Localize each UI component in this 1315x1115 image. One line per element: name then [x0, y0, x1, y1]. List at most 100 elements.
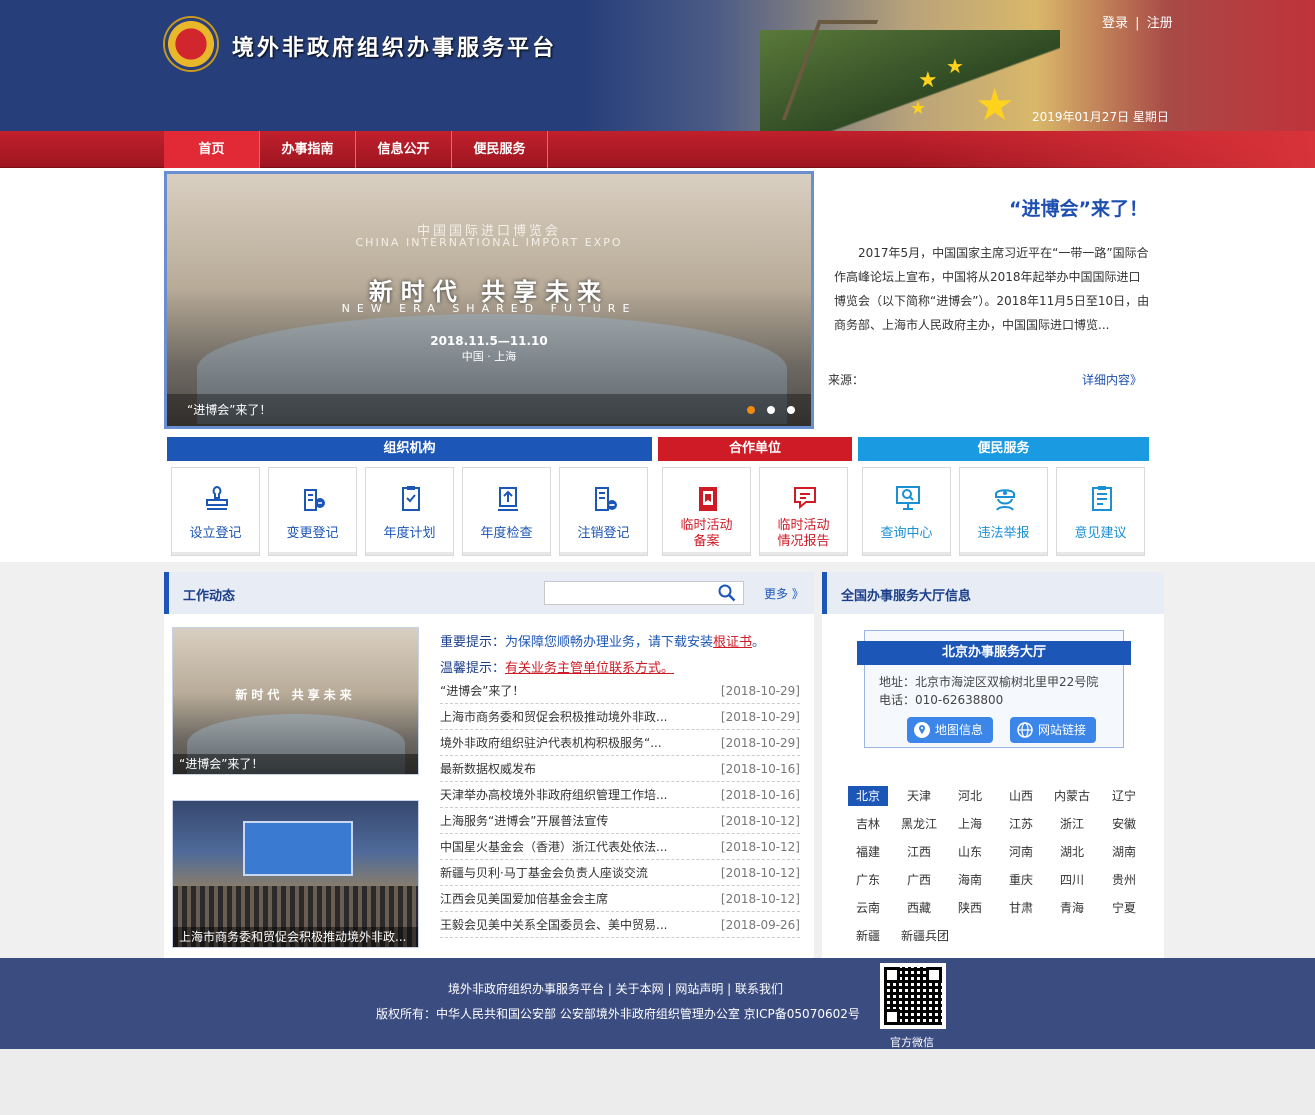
service-tile[interactable]: 违法举报 — [959, 467, 1048, 556]
news-item[interactable]: 最新数据权威发布 [2018-10-16] — [440, 756, 800, 782]
province-link[interactable]: 山西 — [1001, 786, 1041, 806]
hero-title[interactable]: “进博会”来了！ — [1009, 194, 1148, 221]
news-item-title[interactable]: 境外非政府组织驻沪代表机构积极服务“... — [440, 730, 672, 755]
map-info-label: 地图信息 — [935, 723, 984, 737]
province-link[interactable]: 辽宁 — [1104, 786, 1144, 806]
news-item[interactable]: 上海服务“进博会”开展普法宣传 [2018-10-12] — [440, 808, 800, 834]
province-link[interactable]: 上海 — [950, 814, 990, 834]
province-link[interactable]: 贵州 — [1104, 870, 1144, 890]
service-tile[interactable]: 注销登记 — [559, 467, 648, 556]
slide-caption[interactable]: “进博会”来了！ — [167, 394, 811, 426]
province-link[interactable]: 云南 — [848, 898, 888, 918]
province-link[interactable]: 广东 — [848, 870, 888, 890]
service-tile[interactable]: 年度检查 — [462, 467, 551, 556]
map-info-button[interactable]: 地图信息 — [907, 717, 994, 743]
nav-item[interactable]: 首页 — [164, 131, 260, 168]
province-link[interactable]: 新疆兵团 — [899, 926, 951, 946]
news-thumbnail[interactable]: 上海市商务委和贸促会积极推动境外非政... — [172, 800, 419, 948]
service-label: 临时活动 情况报告 — [760, 518, 847, 550]
service-tile[interactable]: 意见建议 — [1056, 467, 1145, 556]
news-item[interactable]: 王毅会见美中关系全国委员会、美中贸易... [2018-09-26] — [440, 912, 800, 938]
province-link[interactable]: 西藏 — [899, 898, 939, 918]
news-search-input[interactable] — [544, 581, 744, 605]
news-item[interactable]: 境外非政府组织驻沪代表机构积极服务“... [2018-10-29] — [440, 730, 800, 756]
province-link[interactable]: 新疆 — [848, 926, 888, 946]
province-link[interactable]: 重庆 — [1001, 870, 1041, 890]
province-link[interactable]: 宁夏 — [1104, 898, 1144, 918]
news-more-link[interactable]: 更多 》 — [764, 585, 804, 602]
news-item[interactable]: 天津举办高校境外非政府组织管理工作培... [2018-10-16] — [440, 782, 800, 808]
hero-slider[interactable]: 中国国际进口博览会 CHINA INTERNATIONAL IMPORT EXP… — [164, 171, 814, 429]
news-item-title[interactable]: 新疆与贝利·马丁基金会负责人座谈交流 — [440, 860, 672, 885]
search-icon[interactable] — [718, 584, 736, 602]
news-item[interactable]: 新疆与贝利·马丁基金会负责人座谈交流 [2018-10-12] — [440, 860, 800, 886]
contact-info-link[interactable]: 有关业务主管单位联系方式。 — [505, 661, 674, 676]
nav-item[interactable]: 便民服务 — [452, 131, 548, 168]
service-label: 年度检查 — [463, 526, 550, 542]
news-item-title[interactable]: 江西会见美国爱加倍基金会主席 — [440, 886, 672, 911]
province-link[interactable]: 浙江 — [1052, 814, 1092, 834]
province-link[interactable]: 吉林 — [848, 814, 888, 834]
cancel-building-icon — [595, 487, 617, 511]
province-link[interactable]: 海南 — [950, 870, 990, 890]
province-link[interactable]: 天津 — [899, 786, 939, 806]
news-item-title[interactable]: 王毅会见美中关系全国委员会、美中贸易... — [440, 912, 672, 937]
service-label: 年度计划 — [366, 526, 453, 542]
province-link[interactable]: 河南 — [1001, 842, 1041, 862]
province-link[interactable]: 湖南 — [1104, 842, 1144, 862]
news-item-title[interactable]: “进博会”来了！ — [440, 678, 672, 703]
news-item[interactable]: 中国星火基金会（香港）浙江代表处依法... [2018-10-12] — [440, 834, 800, 860]
notice-message: 为保障您顺畅办理业务，请下载安装 — [505, 635, 714, 650]
login-link[interactable]: 登录 — [1102, 16, 1128, 31]
news-item[interactable]: 上海市商务委和贸促会积极推动境外非政... [2018-10-29] — [440, 704, 800, 730]
news-item[interactable]: 江西会见美国爱加倍基金会主席 [2018-10-12] — [440, 886, 800, 912]
hall-card-title: 北京办事服务大厅 — [857, 641, 1131, 665]
nav-item[interactable]: 办事指南 — [260, 131, 356, 168]
slider-dot[interactable] — [787, 406, 795, 414]
news-item-date: [2018-10-12] — [720, 866, 800, 880]
flag-star-icon: ★ — [946, 54, 964, 78]
news-item-title[interactable]: 天津举办高校境外非政府组织管理工作培... — [440, 782, 672, 807]
province-link[interactable]: 江西 — [899, 842, 939, 862]
province-link[interactable]: 广西 — [899, 870, 939, 890]
root-cert-link[interactable]: 根证书 — [713, 635, 752, 650]
service-tile[interactable]: 设立登记 — [171, 467, 260, 556]
province-link[interactable]: 安徽 — [1104, 814, 1144, 834]
service-tile[interactable]: 年度计划 — [365, 467, 454, 556]
register-link[interactable]: 注册 — [1147, 16, 1173, 31]
notice-end: 。 — [752, 635, 766, 650]
province-link[interactable]: 湖北 — [1052, 842, 1092, 862]
footer-links[interactable]: 境外非政府组织办事服务平台 | 关于本网 | 网站声明 | 联系我们 — [448, 980, 783, 997]
news-item-title[interactable]: 上海服务“进博会”开展普法宣传 — [440, 808, 672, 833]
news-thumbnail[interactable]: 新时代 共享未来 “进博会”来了！ — [172, 627, 419, 775]
hero-more-link[interactable]: 详细内容》 — [1082, 371, 1142, 388]
service-tile[interactable]: 临时活动 备案 — [662, 467, 751, 556]
province-link[interactable]: 江苏 — [1001, 814, 1041, 834]
qr-finder — [926, 967, 942, 983]
slider-dot[interactable] — [747, 406, 755, 414]
province-link[interactable]: 山东 — [950, 842, 990, 862]
service-label-line: 临时活动 — [680, 518, 733, 533]
service-label: 临时活动 备案 — [663, 518, 750, 550]
slide-dates: 2018.11.5—11.10 — [430, 334, 548, 348]
news-item-title[interactable]: 中国星火基金会（香港）浙江代表处依法... — [440, 834, 672, 859]
province-link[interactable]: 四川 — [1052, 870, 1092, 890]
province-link[interactable]: 陕西 — [950, 898, 990, 918]
service-tile[interactable]: 临时活动 情况报告 — [759, 467, 848, 556]
service-tile[interactable]: 查询中心 — [862, 467, 951, 556]
news-item[interactable]: “进博会”来了！ [2018-10-29] — [440, 678, 800, 704]
province-link[interactable]: 青海 — [1052, 898, 1092, 918]
province-link[interactable]: 北京 — [848, 786, 888, 806]
slider-dot[interactable] — [767, 406, 775, 414]
province-link[interactable]: 甘肃 — [1001, 898, 1041, 918]
website-link-button[interactable]: 网站链接 — [1010, 717, 1097, 743]
news-item-title[interactable]: 最新数据权威发布 — [440, 756, 672, 781]
nav-item[interactable]: 信息公开 — [356, 131, 452, 168]
province-link[interactable]: 黑龙江 — [899, 814, 939, 834]
nav-menu: 首页 办事指南 信息公开 便民服务 — [164, 131, 548, 168]
province-link[interactable]: 内蒙古 — [1052, 786, 1092, 806]
service-tile[interactable]: 变更登记 — [268, 467, 357, 556]
province-link[interactable]: 福建 — [848, 842, 888, 862]
province-link[interactable]: 河北 — [950, 786, 990, 806]
news-item-title[interactable]: 上海市商务委和贸促会积极推动境外非政... — [440, 704, 672, 729]
